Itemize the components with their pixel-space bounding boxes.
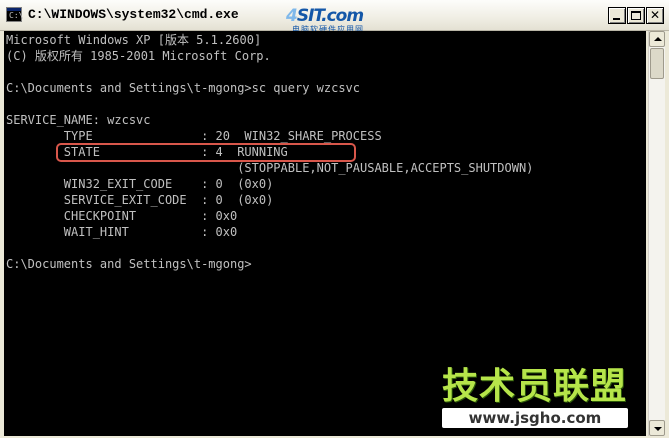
minimize-icon — [613, 18, 620, 20]
maximize-button[interactable] — [627, 7, 645, 24]
close-icon: ✕ — [649, 8, 661, 22]
console-line: C:\Documents and Settings\t-mgong> — [6, 257, 252, 271]
console-line: SERVICE_EXIT_CODE : 0 (0x0) — [6, 193, 274, 207]
console-line: STATE : 4 RUNNING — [6, 145, 288, 159]
vertical-scrollbar[interactable] — [648, 31, 665, 436]
scroll-thumb[interactable] — [650, 48, 664, 79]
console-line: Microsoft Windows XP [版本 5.1.2600] — [6, 33, 262, 47]
logo-prefix: 4 — [286, 6, 298, 26]
title-bar[interactable]: C:\ C:\WINDOWS\system32\cmd.exe 4SIT.com… — [0, 0, 669, 34]
close-button[interactable]: ✕ — [646, 7, 664, 24]
console-line: CHECKPOINT : 0x0 — [6, 209, 238, 223]
console-line: WAIT_HINT : 0x0 — [6, 225, 238, 239]
minimize-button[interactable] — [608, 7, 626, 24]
logo-name: SIT.com — [296, 6, 364, 26]
console-line: TYPE : 20 WIN32_SHARE_PROCESS — [6, 129, 382, 143]
scroll-up-button[interactable] — [649, 31, 665, 47]
console-line: (STOPPABLE,NOT_PAUSABLE,ACCEPTS_SHUTDOWN… — [6, 161, 534, 175]
console-line: WIN32_EXIT_CODE : 0 (0x0) — [6, 177, 274, 191]
watermark-url: www.jsgho.com — [442, 408, 628, 428]
maximize-icon — [631, 11, 641, 20]
console-line: (C) 版权所有 1985-2001 Microsoft Corp. — [6, 49, 271, 63]
console-line: SERVICE_NAME: wzcsvc — [6, 113, 151, 127]
scroll-down-button[interactable] — [649, 420, 665, 436]
window-title: C:\WINDOWS\system32\cmd.exe — [28, 7, 239, 22]
arrow-down-icon — [654, 427, 662, 431]
watermark-title: 技术员联盟 — [442, 366, 628, 407]
arrow-up-icon — [654, 37, 662, 41]
watermark: 技术员联盟 www.jsgho.com — [442, 368, 628, 428]
console-line: C:\Documents and Settings\t-mgong>sc que… — [6, 81, 361, 95]
cmd-icon[interactable]: C:\ — [6, 7, 23, 22]
